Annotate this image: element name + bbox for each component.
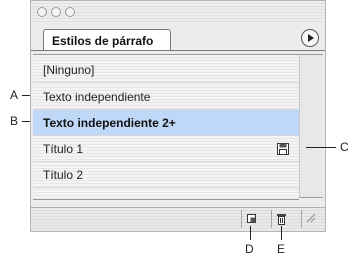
style-row-body-text-2[interactable]: Texto independiente 2+	[33, 110, 299, 136]
zoom-window-button[interactable]	[65, 7, 75, 17]
callout-label-d: D	[245, 242, 254, 256]
style-row-label: Texto independiente	[43, 90, 151, 104]
trash-icon	[277, 214, 286, 225]
style-list: [Ninguno] Texto independiente Texto inde…	[33, 54, 299, 200]
style-row-label: Texto independiente 2+	[43, 116, 176, 130]
style-row-none[interactable]: [Ninguno]	[33, 57, 299, 83]
callout-label-b: B	[10, 114, 19, 128]
new-style-icon	[247, 214, 256, 223]
minimize-window-button[interactable]	[51, 7, 61, 17]
callout-line-c	[306, 147, 336, 148]
callout-label-e: E	[277, 242, 286, 256]
tab-divider	[31, 50, 325, 51]
resize-handle[interactable]	[301, 210, 321, 228]
callout-label-c: C	[340, 140, 349, 154]
tab-paragraph-styles-label: Estilos de párrafo	[52, 34, 154, 48]
style-row-label: Título 2	[43, 168, 84, 182]
style-row-label: Título 1	[43, 142, 84, 156]
callout-label-a: A	[10, 88, 19, 102]
callout-line-e	[281, 226, 282, 240]
new-style-button[interactable]	[241, 210, 261, 228]
paragraph-styles-panel: Estilos de párrafo [Ninguno] Texto indep…	[30, 0, 326, 232]
style-row-heading-2[interactable]: Título 2	[33, 162, 299, 188]
style-row-body-text[interactable]: Texto independiente	[33, 84, 299, 110]
panel-menu-button[interactable]	[301, 29, 319, 47]
style-row-label: [Ninguno]	[43, 63, 95, 77]
panel-menu-icon	[308, 34, 314, 42]
tab-paragraph-styles[interactable]: Estilos de párrafo	[43, 29, 171, 51]
disk-icon	[277, 143, 289, 155]
resize-grip-icon	[306, 213, 316, 223]
panel-title-bar[interactable]	[31, 1, 325, 23]
vertical-scrollbar[interactable]	[299, 54, 323, 198]
style-row-heading-1[interactable]: Título 1	[33, 136, 299, 162]
callout-line-d	[250, 226, 251, 240]
close-window-button[interactable]	[37, 7, 47, 17]
